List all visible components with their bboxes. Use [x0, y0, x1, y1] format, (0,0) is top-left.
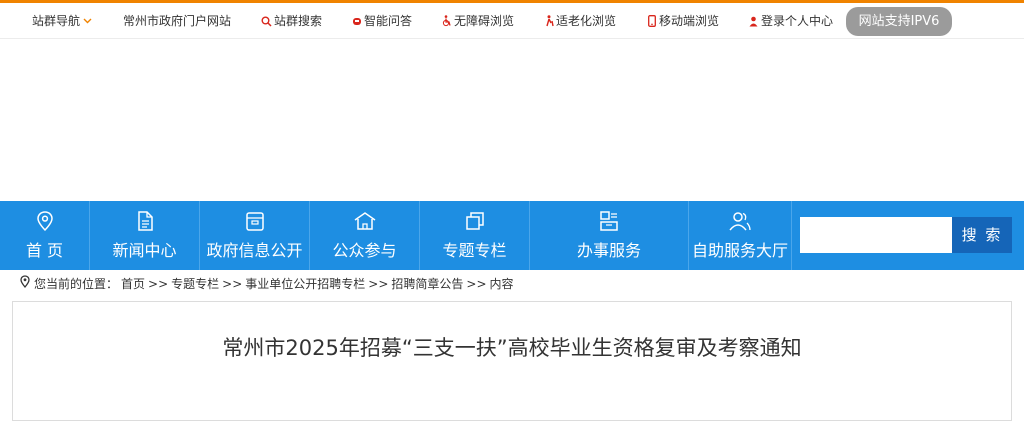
nav-special[interactable]: 专题专栏	[420, 201, 530, 270]
nav-public[interactable]: 公众参与	[310, 201, 420, 270]
wheelchair-icon	[441, 15, 452, 27]
site-nav-label: 站群导航	[32, 14, 81, 28]
elderly-label: 适老化浏览	[556, 14, 617, 28]
search-button[interactable]: 搜 索	[952, 217, 1012, 253]
site-search-link[interactable]: 站群搜索	[261, 3, 322, 39]
nav-special-label: 专题专栏	[442, 241, 507, 260]
breadcrumb-content: 内容	[489, 277, 514, 291]
mobile-label: 移动端浏览	[659, 14, 720, 28]
nav-home[interactable]: 首 页	[0, 201, 90, 270]
location-pin-icon	[0, 210, 89, 232]
breadcrumb-prefix: 您当前的位置：	[34, 277, 119, 291]
service-icon	[530, 210, 688, 232]
login-label: 登录个人中心	[761, 14, 834, 28]
nav-gov-info[interactable]: 政府信息公开	[200, 201, 310, 270]
accessible-link[interactable]: 无障碍浏览	[441, 3, 514, 39]
breadcrumb: 您当前的位置： 首页 >> 专题专栏 >> 事业单位公开招聘专栏 >> 招聘简章…	[19, 274, 514, 294]
breadcrumb-separator: >>	[466, 277, 487, 291]
breadcrumb-special[interactable]: 专题专栏	[171, 274, 219, 294]
search-input[interactable]	[800, 217, 952, 253]
qa-link[interactable]: 智能问答	[351, 3, 412, 39]
portal-label: 常州市政府门户网站	[123, 14, 232, 28]
nav-services[interactable]: 办事服务	[530, 201, 689, 270]
breadcrumb-announcements[interactable]: 招聘简章公告	[391, 274, 463, 294]
nav-gov-info-label: 政府信息公开	[206, 241, 303, 260]
nav-news[interactable]: 新闻中心	[90, 201, 200, 270]
portal-link[interactable]: 常州市政府门户网站	[123, 3, 231, 39]
breadcrumb-home[interactable]: 首页	[121, 274, 145, 294]
house-icon	[310, 210, 419, 232]
nav-self-service-label: 自助服务大厅	[691, 241, 788, 260]
robot-icon	[351, 15, 362, 27]
accessible-label: 无障碍浏览	[454, 14, 515, 28]
top-bar: 站群导航 常州市政府门户网站 站群搜索 智能问答 无障碍浏览 适老化浏览 移动端…	[0, 3, 1024, 39]
login-link[interactable]: 登录个人中心	[748, 3, 833, 39]
users-icon	[689, 210, 791, 232]
article-title: 常州市2025年招募“三支一扶”高校毕业生资格复审及考察通知	[222, 336, 802, 360]
breadcrumb-separator: >>	[148, 277, 169, 291]
nav-home-label: 首 页	[25, 241, 64, 260]
user-icon	[748, 15, 759, 27]
ipv6-badge: 网站支持IPV6	[846, 7, 952, 36]
breadcrumb-separator: >>	[222, 277, 243, 291]
breadcrumb-separator: >>	[368, 277, 389, 291]
article-container: 常州市2025年招募“三支一扶”高校毕业生资格复审及考察通知	[12, 301, 1012, 421]
nav-self-service[interactable]: 自助服务大厅	[689, 201, 792, 270]
document-icon	[90, 210, 199, 232]
elderly-link[interactable]: 适老化浏览	[543, 3, 616, 39]
site-search-label: 站群搜索	[274, 14, 323, 28]
mobile-phone-icon	[646, 15, 657, 27]
nav-public-label: 公众参与	[332, 241, 397, 260]
nav-services-label: 办事服务	[576, 241, 641, 260]
site-nav-dropdown[interactable]: 站群导航	[32, 3, 93, 39]
nav-news-label: 新闻中心	[112, 241, 177, 260]
search-icon	[261, 15, 272, 27]
location-icon	[19, 274, 31, 294]
copy-icon	[420, 210, 529, 232]
elderly-icon	[543, 15, 554, 27]
folder-icon	[200, 210, 309, 232]
qa-label: 智能问答	[364, 14, 413, 28]
mobile-link[interactable]: 移动端浏览	[646, 3, 719, 39]
chevron-down-icon	[82, 15, 93, 27]
breadcrumb-recruitment[interactable]: 事业单位公开招聘专栏	[245, 274, 365, 294]
